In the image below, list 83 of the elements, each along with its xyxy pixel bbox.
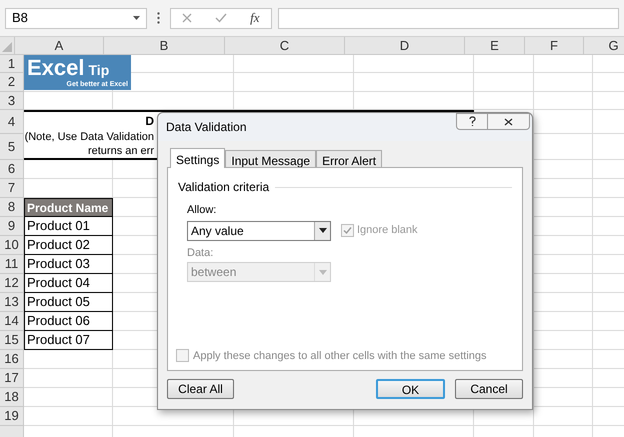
row-header[interactable]: 14 — [0, 312, 24, 331]
sheet-cell — [534, 198, 593, 217]
row-header[interactable]: 15 — [0, 331, 24, 350]
row-header[interactable]: 1 — [0, 55, 24, 73]
table-cell: Product 06 — [24, 312, 113, 331]
help-icon — [468, 116, 476, 127]
table-cell: Product 07 — [24, 331, 113, 350]
sheet-cell — [474, 55, 534, 73]
sheet-cell — [534, 331, 593, 350]
tab[interactable]: Input Message — [225, 150, 316, 167]
sheet-cell — [534, 274, 593, 293]
column-header[interactable]: B — [104, 37, 225, 55]
field-label: Allow: — [187, 203, 218, 218]
row-header[interactable]: 2 — [0, 73, 24, 92]
row-header[interactable]: 6 — [0, 160, 24, 179]
caret-icon[interactable] — [133, 16, 140, 20]
table-header: Product Name — [24, 198, 113, 217]
row-header[interactable]: 16 — [0, 350, 24, 369]
row-header[interactable]: 9 — [0, 217, 24, 236]
sheet-cell — [534, 407, 593, 426]
column-header[interactable]: G — [584, 37, 624, 55]
sheet-cell — [534, 110, 593, 134]
sheet-cell — [534, 293, 593, 312]
table-cell: Product 05 — [24, 293, 113, 312]
column-header[interactable]: E — [465, 37, 525, 55]
dialog-title: Data Validation — [166, 119, 246, 136]
dialog-button[interactable]: Cancel — [455, 379, 523, 399]
checkbox-label: Apply these changes to all other cells with the same settings — [193, 348, 486, 364]
close-icon — [504, 118, 513, 126]
sheet-cell — [534, 255, 593, 274]
select-all-corner[interactable] — [0, 37, 15, 55]
close-button[interactable] — [488, 113, 530, 130]
checkbox-label: Ignore blank — [357, 223, 418, 238]
dropdown[interactable]: Any value — [187, 220, 331, 240]
column-header[interactable]: F — [525, 37, 584, 55]
dialog-button[interactable]: OK — [376, 379, 445, 399]
table-cell: Product 02 — [24, 236, 113, 255]
column-header[interactable]: D — [345, 37, 465, 55]
row-header[interactable]: 19 — [0, 407, 24, 426]
row-header[interactable]: 3 — [0, 92, 24, 110]
row-header[interactable]: 13 — [0, 293, 24, 312]
row-header[interactable]: 4 — [0, 110, 24, 134]
table-cell: Product 03 — [24, 255, 113, 274]
note-text: returns an err — [88, 144, 154, 158]
sheet-cell — [534, 134, 593, 160]
row-header[interactable]: 17 — [0, 369, 24, 388]
table-cell: Product 01 — [24, 217, 113, 236]
sheet-cell — [534, 350, 593, 369]
name-box[interactable]: B8 — [5, 8, 147, 28]
row-header[interactable]: 12 — [0, 274, 24, 293]
tab[interactable]: Settings — [170, 148, 226, 168]
sheet-cell — [534, 179, 593, 198]
sheet-cell — [534, 55, 593, 73]
sheet-cell — [534, 236, 593, 255]
sheet-cell — [534, 92, 593, 110]
row-header[interactable]: 8 — [0, 198, 24, 217]
sheet-cell — [534, 388, 593, 407]
formula-input[interactable] — [278, 8, 619, 28]
cancel-icon[interactable] — [182, 13, 192, 23]
sheet-cell — [534, 73, 593, 92]
sheet-cell — [534, 217, 593, 236]
help-button[interactable] — [456, 113, 488, 130]
sheet-cell — [534, 312, 593, 331]
note-text: (Note, Use Data Validation — [24, 130, 154, 144]
row-header[interactable]: 18 — [0, 388, 24, 407]
row-header[interactable]: 7 — [0, 179, 24, 198]
insert-function-button[interactable]: fx — [250, 8, 260, 28]
row-header[interactable]: 11 — [0, 255, 24, 274]
row-header[interactable]: 10 — [0, 236, 24, 255]
group-title: Validation criteria — [178, 179, 270, 196]
sheet-title: D — [145, 113, 154, 130]
tab[interactable]: Error Alert — [316, 150, 382, 167]
field-label: Data: — [187, 246, 214, 260]
dialog-button[interactable]: Clear All — [167, 379, 234, 399]
row-header[interactable]: 5 — [0, 134, 24, 160]
sheet-cell — [534, 160, 593, 179]
sheet-cell — [474, 73, 534, 92]
table-cell: Product 04 — [24, 274, 113, 293]
more-icon[interactable] — [157, 12, 160, 24]
column-header[interactable]: C — [225, 37, 345, 55]
column-header[interactable]: A — [15, 37, 104, 55]
check-icon[interactable] — [215, 13, 228, 23]
sheet-cell — [534, 369, 593, 388]
